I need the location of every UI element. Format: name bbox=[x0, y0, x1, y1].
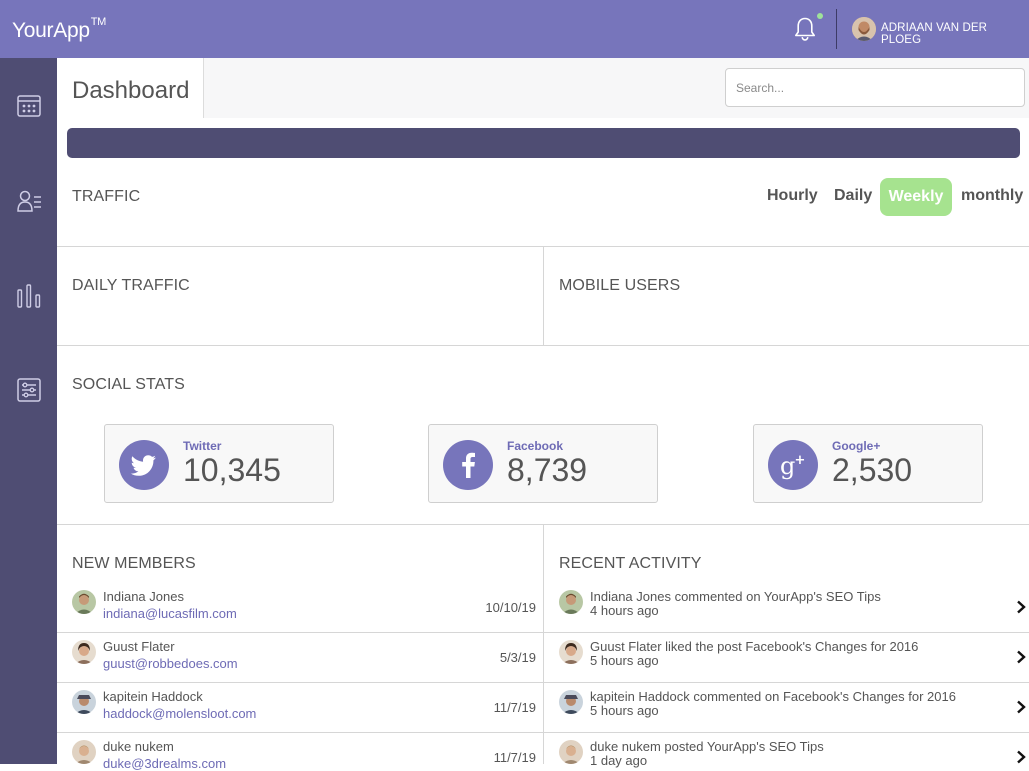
activity-text: Indiana Jones commented on YourApp's SEO… bbox=[590, 589, 881, 604]
member-name: kapitein Haddock bbox=[103, 689, 203, 704]
activity-time: 4 hours ago bbox=[590, 603, 659, 618]
social-stats-title: SOCIAL STATS bbox=[72, 376, 185, 393]
page-title: Dashboard bbox=[72, 77, 190, 104]
chevron-right-icon[interactable] bbox=[1016, 650, 1026, 664]
period-monthly-tab[interactable]: monthly bbox=[961, 187, 1023, 205]
chevron-right-icon[interactable] bbox=[1016, 700, 1026, 714]
period-weekly-tab[interactable]: Weekly bbox=[880, 178, 952, 216]
user-list-icon[interactable] bbox=[15, 187, 43, 215]
member-name: Guust Flater bbox=[103, 639, 175, 654]
member-avatar bbox=[72, 590, 96, 614]
member-join-date: 11/7/19 bbox=[493, 750, 536, 765]
user-avatar[interactable] bbox=[852, 17, 876, 41]
bar-chart-icon[interactable] bbox=[15, 282, 43, 310]
row-divider bbox=[57, 682, 543, 683]
daily-traffic-title: DAILY TRAFFIC bbox=[72, 277, 190, 294]
twitter-icon bbox=[130, 455, 156, 476]
activity-avatar bbox=[559, 590, 583, 614]
traffic-title: TRAFFIC bbox=[72, 188, 141, 205]
activity-avatar bbox=[559, 640, 583, 664]
member-join-date: 10/10/19 bbox=[485, 600, 536, 615]
facebook-icon bbox=[462, 452, 475, 478]
app-brand-name: YourApp bbox=[12, 19, 90, 42]
activity-text: kapitein Haddock commented on Facebook's… bbox=[590, 689, 956, 704]
section-divider bbox=[57, 345, 1029, 346]
social-card-name: Twitter bbox=[183, 439, 222, 453]
chevron-right-icon[interactable] bbox=[1016, 600, 1026, 614]
chevron-right-icon[interactable] bbox=[1016, 750, 1026, 764]
app-logo[interactable]: YourAppTM bbox=[12, 16, 107, 43]
member-avatar bbox=[72, 740, 96, 764]
facebook-badge bbox=[443, 440, 493, 490]
column-divider bbox=[543, 246, 544, 345]
alert-banner bbox=[67, 128, 1020, 158]
activity-time: 5 hours ago bbox=[590, 703, 659, 718]
row-divider bbox=[57, 732, 543, 733]
recent-activity-title: RECENT ACTIVITY bbox=[559, 555, 702, 572]
member-join-date: 11/7/19 bbox=[493, 700, 536, 715]
row-divider bbox=[543, 682, 1029, 683]
activity-text: duke nukem posted YourApp's SEO Tips bbox=[590, 739, 824, 754]
svg-text:g: g bbox=[780, 452, 795, 480]
social-card-name: Google+ bbox=[832, 439, 881, 453]
search-input[interactable] bbox=[725, 68, 1025, 107]
google-plus-icon: g + bbox=[780, 452, 806, 480]
google-plus-badge: g + bbox=[768, 440, 818, 490]
social-card-value: 8,739 bbox=[507, 452, 588, 488]
activity-avatar bbox=[559, 740, 583, 764]
calendar-icon[interactable] bbox=[15, 92, 43, 120]
row-divider bbox=[543, 732, 1029, 733]
bell-icon[interactable] bbox=[793, 16, 817, 42]
member-name: Indiana Jones bbox=[103, 589, 184, 604]
topbar-divider bbox=[836, 9, 837, 49]
member-avatar bbox=[72, 690, 96, 714]
twitter-badge bbox=[119, 440, 169, 490]
social-card-name: Facebook bbox=[507, 439, 564, 453]
new-members-title: NEW MEMBERS bbox=[72, 555, 196, 572]
mobile-users-title: MOBILE USERS bbox=[559, 277, 681, 294]
page-title-box: Dashboard bbox=[57, 58, 204, 118]
period-daily-tab[interactable]: Daily bbox=[834, 187, 872, 205]
svg-text:+: + bbox=[795, 453, 806, 468]
social-card-twitter[interactable]: Twitter 10,345 bbox=[104, 424, 334, 503]
row-divider bbox=[57, 632, 543, 633]
settings-sliders-icon[interactable] bbox=[15, 376, 43, 404]
member-email-link[interactable]: indiana@lucasfilm.com bbox=[103, 606, 237, 621]
activity-avatar bbox=[559, 690, 583, 714]
social-card-value: 10,345 bbox=[183, 452, 281, 488]
trademark-mark: TM bbox=[90, 16, 107, 28]
sidebar bbox=[0, 58, 57, 764]
activity-time: 5 hours ago bbox=[590, 653, 659, 668]
top-bar: YourAppTM ADRIAAN VAN DER PLOEG bbox=[0, 0, 1029, 58]
social-card-google-plus[interactable]: g + Google+ 2,530 bbox=[753, 424, 983, 503]
social-card-facebook[interactable]: Facebook 8,739 bbox=[428, 424, 658, 503]
row-divider bbox=[543, 632, 1029, 633]
social-card-value: 2,530 bbox=[832, 452, 913, 488]
user-name[interactable]: ADRIAAN VAN DER PLOEG bbox=[881, 22, 1029, 46]
column-divider bbox=[543, 524, 544, 764]
notification-dot bbox=[817, 13, 823, 19]
member-email-link[interactable]: haddock@molensloot.com bbox=[103, 706, 256, 721]
activity-text: Guust Flater liked the post Facebook's C… bbox=[590, 639, 919, 654]
member-avatar bbox=[72, 640, 96, 664]
member-name: duke nukem bbox=[103, 739, 174, 754]
activity-time: 1 day ago bbox=[590, 753, 648, 768]
member-email-link[interactable]: guust@robbedoes.com bbox=[103, 656, 238, 671]
user-avatar-image bbox=[852, 17, 876, 41]
member-join-date: 5/3/19 bbox=[499, 650, 536, 665]
period-hourly-tab[interactable]: Hourly bbox=[767, 187, 818, 205]
